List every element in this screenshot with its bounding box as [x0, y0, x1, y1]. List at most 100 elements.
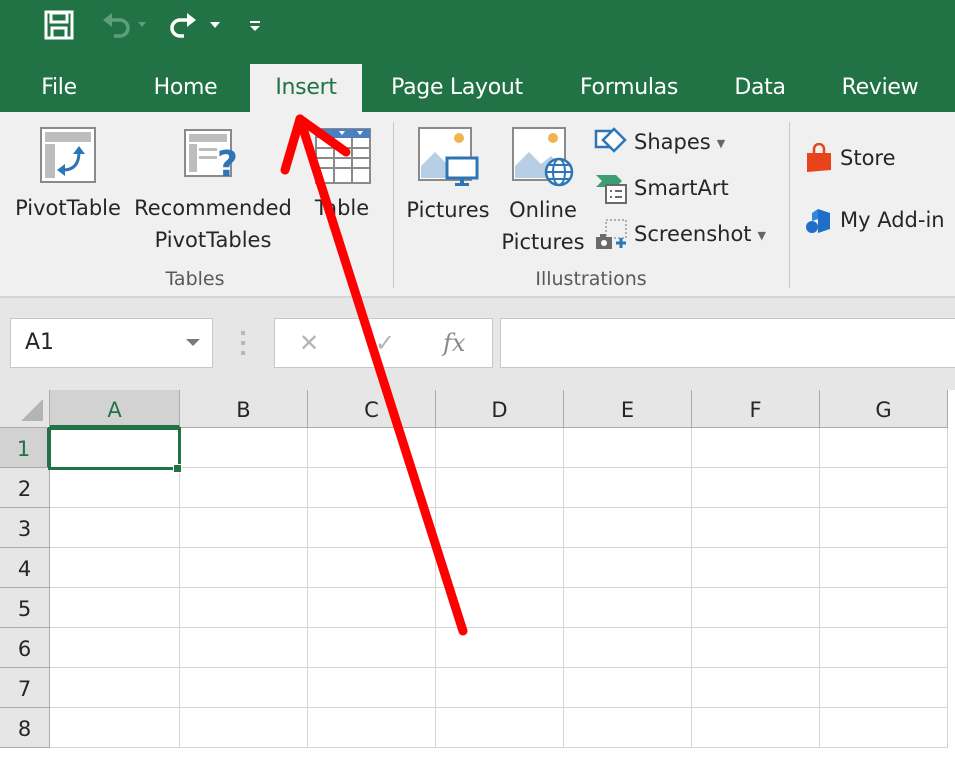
cell-e1[interactable] [564, 428, 692, 468]
row-header-4[interactable]: 4 [0, 548, 50, 588]
select-all-button[interactable] [0, 390, 50, 428]
cell-a6[interactable] [50, 628, 180, 668]
cell-b8[interactable] [180, 708, 308, 748]
fill-handle[interactable] [173, 464, 182, 473]
cell-a5[interactable] [50, 588, 180, 628]
cell-a8[interactable] [50, 708, 180, 748]
cell-g1[interactable] [820, 428, 948, 468]
cell-d6[interactable] [436, 628, 564, 668]
cell-f7[interactable] [692, 668, 820, 708]
cell-e6[interactable] [564, 628, 692, 668]
row-header-8[interactable]: 8 [0, 708, 50, 748]
cell-f4[interactable] [692, 548, 820, 588]
cell-d5[interactable] [436, 588, 564, 628]
tab-home[interactable]: Home [128, 64, 243, 112]
cell-b4[interactable] [180, 548, 308, 588]
cell-a2[interactable] [50, 468, 180, 508]
table-button[interactable]: Table [300, 126, 384, 224]
cancel-icon[interactable]: ✕ [299, 329, 319, 357]
customize-qat-button[interactable] [244, 8, 266, 42]
cell-g2[interactable] [820, 468, 948, 508]
tab-data[interactable]: Data [720, 64, 800, 112]
cell-e8[interactable] [564, 708, 692, 748]
tab-page-layout[interactable]: Page Layout [382, 64, 532, 112]
store-button[interactable]: Store [804, 138, 896, 178]
tab-review[interactable]: Review [828, 64, 932, 112]
tab-insert[interactable]: Insert [250, 64, 362, 112]
cell-a7[interactable] [50, 668, 180, 708]
cell-f3[interactable] [692, 508, 820, 548]
cell-f8[interactable] [692, 708, 820, 748]
column-header-c[interactable]: C [308, 390, 436, 428]
row-header-1[interactable]: 1 [0, 428, 50, 468]
cell-e5[interactable] [564, 588, 692, 628]
cell-c8[interactable] [308, 708, 436, 748]
column-header-e[interactable]: E [564, 390, 692, 428]
cell-b2[interactable] [180, 468, 308, 508]
recommended-pivottables-button[interactable]: ? Recommended PivotTables [130, 126, 296, 256]
cell-f1[interactable] [692, 428, 820, 468]
cell-a4[interactable] [50, 548, 180, 588]
pictures-button[interactable]: Pictures [402, 126, 494, 226]
cell-a1[interactable] [50, 428, 180, 468]
row-header-2[interactable]: 2 [0, 468, 50, 508]
cell-g7[interactable] [820, 668, 948, 708]
cell-d4[interactable] [436, 548, 564, 588]
row-header-7[interactable]: 7 [0, 668, 50, 708]
cell-c3[interactable] [308, 508, 436, 548]
cell-f6[interactable] [692, 628, 820, 668]
redo-button[interactable] [168, 8, 228, 42]
name-box-dropdown-icon[interactable] [186, 339, 200, 346]
cell-b5[interactable] [180, 588, 308, 628]
insert-function-icon[interactable]: fx [443, 329, 465, 357]
screenshot-button[interactable]: Screenshot ▼ [594, 214, 766, 254]
cell-b7[interactable] [180, 668, 308, 708]
column-header-b[interactable]: B [180, 390, 308, 428]
cell-d3[interactable] [436, 508, 564, 548]
cell-c1[interactable] [308, 428, 436, 468]
enter-icon[interactable]: ✓ [375, 329, 395, 357]
row-header-6[interactable]: 6 [0, 628, 50, 668]
save-button[interactable] [42, 8, 76, 42]
column-header-a[interactable]: A [50, 390, 180, 428]
cell-c2[interactable] [308, 468, 436, 508]
cell-g3[interactable] [820, 508, 948, 548]
cell-f2[interactable] [692, 468, 820, 508]
cell-d1[interactable] [436, 428, 564, 468]
cell-a3[interactable] [50, 508, 180, 548]
cell-g8[interactable] [820, 708, 948, 748]
cell-f5[interactable] [692, 588, 820, 628]
cell-e3[interactable] [564, 508, 692, 548]
cell-d8[interactable] [436, 708, 564, 748]
cell-g5[interactable] [820, 588, 948, 628]
tab-formulas[interactable]: Formulas [566, 64, 692, 112]
cell-d7[interactable] [436, 668, 564, 708]
row-header-5[interactable]: 5 [0, 588, 50, 628]
row-header-3[interactable]: 3 [0, 508, 50, 548]
name-box[interactable]: A1 [10, 318, 213, 368]
online-pictures-button[interactable]: Online Pictures [498, 126, 588, 258]
cell-d2[interactable] [436, 468, 564, 508]
smartart-button[interactable]: SmartArt [594, 168, 729, 208]
formula-bar-grip[interactable] [241, 331, 245, 355]
cell-b3[interactable] [180, 508, 308, 548]
column-header-f[interactable]: F [692, 390, 820, 428]
cell-c6[interactable] [308, 628, 436, 668]
cell-c5[interactable] [308, 588, 436, 628]
cell-b6[interactable] [180, 628, 308, 668]
cell-b1[interactable] [180, 428, 308, 468]
pivottable-button[interactable]: PivotTable [10, 126, 126, 224]
column-header-g[interactable]: G [820, 390, 948, 428]
undo-button[interactable] [100, 8, 152, 42]
my-addins-button[interactable]: My Add-in [804, 200, 945, 240]
cell-g4[interactable] [820, 548, 948, 588]
tab-file[interactable]: File [18, 64, 100, 112]
cell-g6[interactable] [820, 628, 948, 668]
cell-c4[interactable] [308, 548, 436, 588]
formula-input[interactable] [500, 318, 955, 368]
shapes-button[interactable]: Shapes ▼ [594, 122, 725, 162]
column-header-d[interactable]: D [436, 390, 564, 428]
cell-e7[interactable] [564, 668, 692, 708]
cell-c7[interactable] [308, 668, 436, 708]
cell-e4[interactable] [564, 548, 692, 588]
